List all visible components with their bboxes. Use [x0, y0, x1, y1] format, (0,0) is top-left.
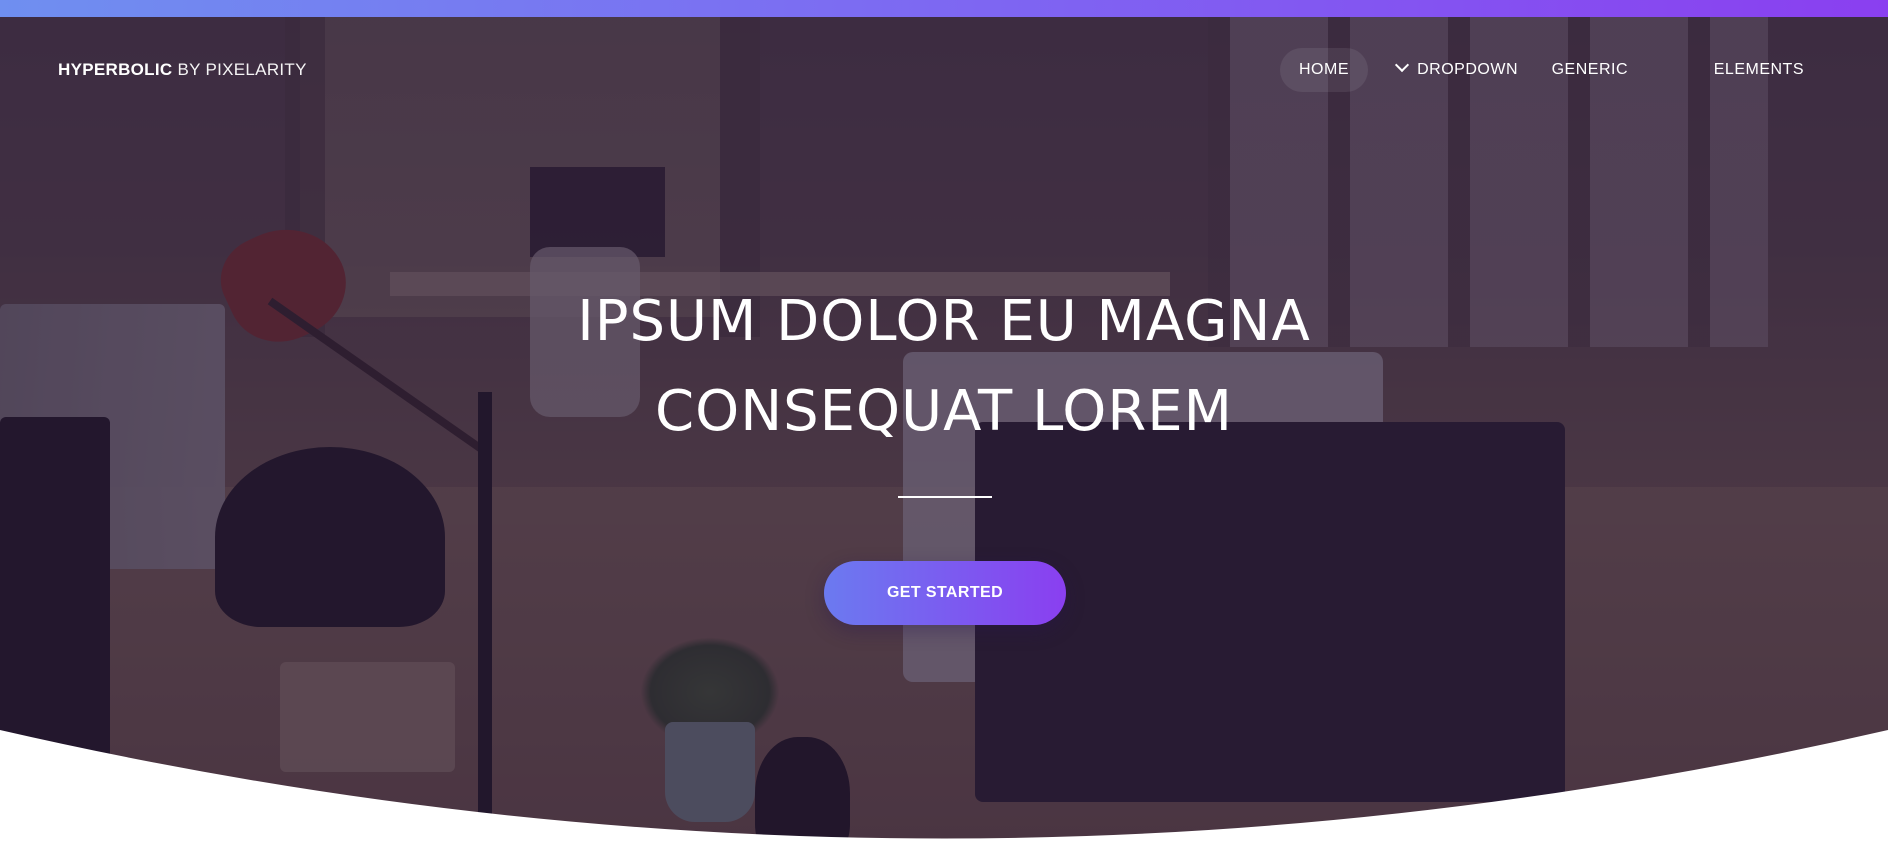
chevron-down-icon: [1395, 57, 1410, 73]
hero-divider: [898, 496, 992, 498]
hero-title-line-1: IPSUM DOLOR EU MAGNA: [577, 289, 1311, 354]
nav-item-dropdown[interactable]: DROPDOWN: [1395, 48, 1518, 92]
brand-logo[interactable]: HYPERBOLIC BY PIXELARITY: [58, 60, 307, 80]
hero-title: IPSUM DOLOR EU MAGNA CONSEQUAT LOREM: [444, 277, 1444, 457]
brand-name: HYPERBOLIC: [58, 60, 173, 79]
nav-item-label: HOME: [1299, 61, 1349, 78]
get-started-button[interactable]: GET STARTED: [824, 561, 1066, 625]
nav-item-elements[interactable]: ELEMENTS: [1714, 48, 1804, 92]
nav-item-home[interactable]: HOME: [1280, 48, 1368, 92]
top-accent-bar: [0, 0, 1888, 17]
nav-item-label: GENERIC: [1551, 61, 1628, 78]
page: HYPERBOLIC BY PIXELARITY HOME DROPDOWN G…: [0, 0, 1888, 858]
nav-item-label: ELEMENTS: [1713, 61, 1804, 78]
navbar: HYPERBOLIC BY PIXELARITY HOME DROPDOWN G…: [0, 17, 1888, 122]
nav-item-label: DROPDOWN: [1417, 61, 1518, 78]
brand-byline: BY PIXELARITY: [172, 60, 307, 79]
hero-title-line-2: CONSEQUAT LOREM: [655, 379, 1233, 444]
nav-item-generic[interactable]: GENERIC: [1552, 48, 1628, 92]
